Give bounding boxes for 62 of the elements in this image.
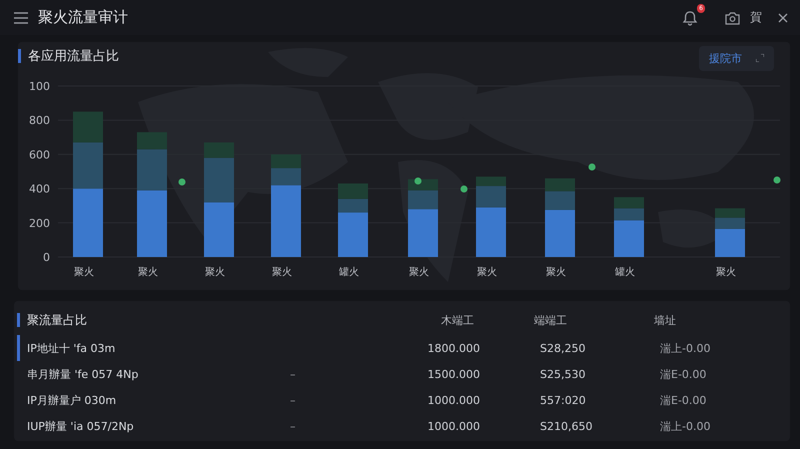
table-cell: 湍E-0.00 xyxy=(660,368,706,380)
column-header: 墙址 xyxy=(654,314,676,326)
table-cell: 湍E-0.00 xyxy=(660,394,706,406)
table-row[interactable]: 串月辦量 'fe 057 4Np – 1500.000 S25,530 湍E-0.00 xyxy=(17,361,790,387)
map-marker xyxy=(588,164,596,170)
filter-button[interactable]: 援院市 xyxy=(699,46,774,70)
category-label: 聚火 xyxy=(74,267,94,278)
table-cell: 1000.000 xyxy=(428,420,480,432)
category-label: 罐火 xyxy=(339,267,359,278)
category-label: 罐火 xyxy=(615,267,635,278)
bar xyxy=(338,183,368,199)
axis-label: 800 xyxy=(29,114,50,128)
table-cell: 557:020 xyxy=(540,394,586,406)
table-cell: – xyxy=(290,368,296,380)
bar xyxy=(204,202,234,257)
table-cell: 1500.000 xyxy=(428,368,480,380)
axis-label: 100 xyxy=(29,80,50,93)
table-cell: S210,650 xyxy=(540,420,592,432)
expand-icon xyxy=(756,54,764,62)
map-marker xyxy=(414,178,422,184)
axis-label: 200 xyxy=(29,216,50,230)
column-header: 端端工 xyxy=(534,314,567,326)
category-label: 聚火 xyxy=(272,267,292,278)
map-marker xyxy=(178,178,186,186)
table-cell: 串月辦量 'fe 057 4Np xyxy=(27,368,138,380)
camera-icon[interactable] xyxy=(725,10,740,24)
table-cell: 1000.000 xyxy=(428,394,480,406)
axis-label: 0 xyxy=(43,251,50,264)
bar xyxy=(545,178,575,192)
table-cell: IP地址十 'fa 03m xyxy=(27,342,116,354)
table-cell: 1800.000 xyxy=(428,342,480,354)
menu-icon[interactable] xyxy=(14,12,28,24)
category-label: 聚火 xyxy=(138,267,158,278)
map-marker xyxy=(774,176,780,184)
table-cell: S28,250 xyxy=(540,342,586,354)
category-label: 聚火 xyxy=(477,267,497,278)
table-row[interactable]: IP地址十 'fa 03m 1800.000 S28,250 湍上-0.00 xyxy=(17,335,790,361)
user-label[interactable]: 賀 xyxy=(750,9,762,26)
category-label: 聚火 xyxy=(205,267,225,278)
axis-label: 400 xyxy=(29,182,50,196)
category-label: 聚火 xyxy=(409,267,429,278)
bell-icon[interactable] xyxy=(681,8,699,26)
table-cell: 湍上-0.00 xyxy=(660,420,710,432)
app-title: 聚火流量审计 xyxy=(38,8,129,27)
table-cell: IP月辦量户 030m xyxy=(27,394,116,406)
category-label: 聚火 xyxy=(546,267,566,278)
table-row[interactable]: IP月辦量户 030m – 1000.000 557:020 湍E-0.00 xyxy=(17,387,790,413)
table-cell: 湍上-0.00 xyxy=(660,342,710,354)
table-cell: – xyxy=(290,420,296,432)
category-label: 聚火 xyxy=(716,267,736,278)
column-header: 木端工 xyxy=(441,314,474,326)
table-cell: – xyxy=(290,394,296,406)
close-icon[interactable] xyxy=(778,12,788,22)
table-row[interactable]: IUP辦量 'ia 057/2Np – 1000.000 S210,650 湍上-0.00 xyxy=(17,413,790,439)
axis-label: 600 xyxy=(29,148,50,162)
table-title: 聚流量占比 xyxy=(27,312,87,328)
map-marker xyxy=(460,186,468,192)
table-cell: S25,530 xyxy=(540,368,586,380)
bar xyxy=(271,154,301,168)
card-title: 各应用流量占比 xyxy=(28,48,120,65)
table-cell: IUP辦量 'ia 057/2Np xyxy=(27,420,134,432)
bar xyxy=(614,197,644,208)
